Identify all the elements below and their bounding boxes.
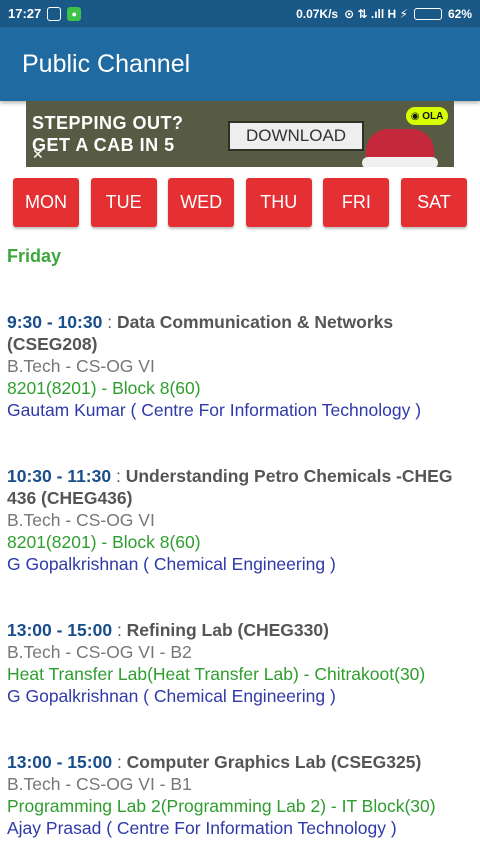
close-ad-icon[interactable]: ✕: [32, 146, 44, 163]
status-bar: 17:27 ● 0.07K/s ⊙ ⇅ .ıll H ⚡ 62%: [0, 0, 480, 27]
selected-day-heading: Friday: [7, 246, 62, 266]
gallery-notification-icon: [47, 6, 62, 21]
app-bar: Public Channel: [0, 27, 480, 101]
entry-teacher: G Gopalkrishnan ( Chemical Engineering ): [7, 554, 336, 574]
entry-teacher: Gautam Kumar ( Centre For Information Te…: [7, 400, 422, 420]
entry-room: Programming Lab 2(Programming Lab 2) - I…: [7, 796, 436, 816]
day-button-fri[interactable]: FRI: [323, 178, 390, 227]
ola-logo: ◉ OLA: [406, 107, 448, 125]
entry-room: Heat Transfer Lab(Heat Transfer Lab) - C…: [7, 664, 426, 684]
shoe-sole-image: [362, 157, 438, 167]
page-title: Public Channel: [22, 49, 191, 78]
day-button-tue[interactable]: TUE: [90, 178, 157, 227]
entry-program: B.Tech - CS-OG VI - B2: [7, 642, 192, 662]
battery-percent: 62%: [447, 6, 472, 21]
schedule-entry[interactable]: 13:00 - 15:00 : Refining Lab (CHEG330) B…: [7, 619, 475, 707]
app-notification-icon: ●: [67, 6, 82, 21]
entry-time: 13:00 - 15:00: [7, 752, 113, 772]
schedule-entry[interactable]: 9:30 - 10:30 : Data Communication & Netw…: [7, 311, 475, 421]
entry-program: B.Tech - CS-OG VI: [7, 510, 155, 530]
schedule-entry[interactable]: 10:30 - 11:30 : Understanding Petro Chem…: [7, 465, 475, 575]
schedule-list: 9:30 - 10:30 : Data Communication & Netw…: [7, 311, 475, 854]
schedule-entry[interactable]: 13:00 - 15:00 : Computer Graphics Lab (C…: [7, 751, 475, 839]
entry-time: 13:00 - 15:00: [7, 620, 113, 640]
ad-line-1: STEPPING OUT?: [32, 113, 184, 133]
ad-line-2: GET A CAB IN 5: [32, 135, 175, 155]
entry-teacher: Ajay Prasad ( Centre For Information Tec…: [7, 818, 397, 838]
day-button-mon[interactable]: MON: [13, 178, 79, 227]
day-button-wed[interactable]: WED: [168, 178, 235, 227]
ad-banner[interactable]: STEPPING OUT? GET A CAB IN 5 DOWNLOAD ◉ …: [26, 101, 454, 167]
entry-teacher: G Gopalkrishnan ( Chemical Engineering ): [7, 686, 336, 706]
signal-icons: ⊙ ⇅ .ıll H ⚡: [344, 6, 408, 21]
ad-download-button[interactable]: DOWNLOAD: [228, 121, 364, 151]
ad-text: STEPPING OUT? GET A CAB IN 5: [26, 112, 226, 156]
battery-icon: [413, 7, 442, 20]
day-button-sat[interactable]: SAT: [400, 178, 467, 227]
status-time: 17:27: [8, 6, 42, 21]
network-speed: 0.07K/s: [296, 6, 339, 21]
entry-room: 8201(8201) - Block 8(60): [7, 532, 201, 552]
entry-title: Refining Lab (CHEG330): [126, 620, 329, 640]
entry-room: 8201(8201) - Block 8(60): [7, 378, 201, 398]
entry-program: B.Tech - CS-OG VI - B1: [7, 774, 192, 794]
day-button-thu[interactable]: THU: [245, 178, 312, 227]
day-selector: MON TUE WED THU FRI SAT: [13, 178, 467, 227]
entry-program: B.Tech - CS-OG VI: [7, 356, 155, 376]
entry-time: 10:30 - 11:30: [7, 466, 112, 486]
entry-title: Computer Graphics Lab (CSEG325): [126, 752, 422, 772]
entry-time: 9:30 - 10:30: [7, 312, 103, 332]
